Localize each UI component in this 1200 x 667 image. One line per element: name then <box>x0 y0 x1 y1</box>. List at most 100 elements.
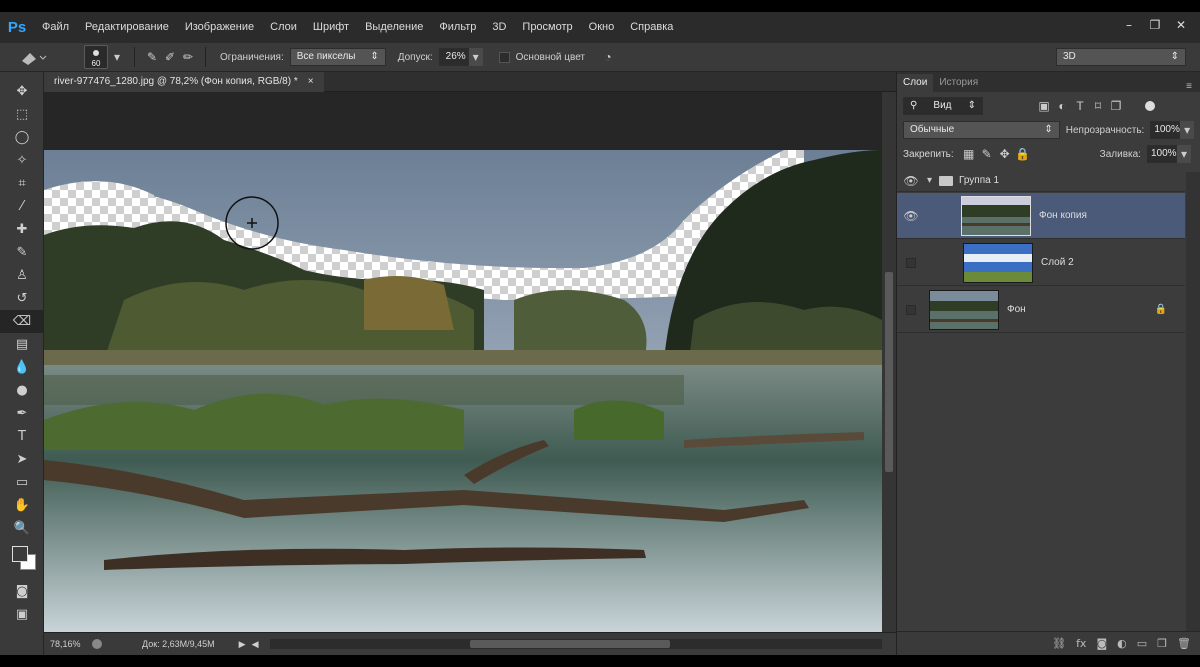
hand-tool-icon[interactable]: ✋ <box>0 494 44 517</box>
menu-image[interactable]: Изображение <box>177 12 262 42</box>
panel-menu-icon[interactable]: ≡ <box>1186 81 1192 92</box>
filter-dropdown[interactable]: ⚲ Вид ⇕ <box>903 97 983 115</box>
scroll-thumb[interactable] <box>470 640 670 648</box>
filter-smart-icon[interactable]: ❐ <box>1107 97 1125 115</box>
quick-mask-icon[interactable]: ◙ <box>0 580 44 603</box>
sampling-once-icon[interactable]: ✐ <box>161 48 179 66</box>
document-tab[interactable]: river-977476_1280.jpg @ 78,2% (Фон копия… <box>44 72 324 92</box>
menu-select[interactable]: Выделение <box>357 12 431 42</box>
status-icon[interactable] <box>92 639 102 649</box>
lock-position-icon[interactable]: ✥ <box>996 145 1014 163</box>
group-expand-icon[interactable]: ▾ <box>927 175 932 186</box>
type-tool-icon[interactable]: T <box>0 425 44 448</box>
filter-toggle[interactable] <box>1145 101 1155 111</box>
history-brush-tool-icon[interactable]: ↺ <box>0 287 44 310</box>
tolerance-input[interactable]: 26% <box>438 48 469 66</box>
trash-icon[interactable]: 🗑 <box>1177 637 1191 650</box>
pressure-icon[interactable]: ◔ <box>599 48 617 66</box>
lock-transparent-icon[interactable]: ▦ <box>960 145 978 163</box>
brush-size-picker[interactable]: 60 <box>84 45 108 69</box>
layer-row-group[interactable]: 👁 ▾ Группа 1 <box>897 170 1185 192</box>
menu-edit[interactable]: Редактирование <box>77 12 177 42</box>
blend-mode-dropdown[interactable]: Обычные ⇕ <box>903 121 1060 139</box>
new-layer-icon[interactable]: ❐ <box>1157 637 1167 650</box>
filter-type-icon[interactable]: T <box>1071 97 1089 115</box>
menu-file[interactable]: Файл <box>34 12 77 42</box>
minimize-icon[interactable]: – <box>1122 18 1136 32</box>
tolerance-slider-arrow-icon[interactable]: ▾ <box>468 48 483 66</box>
fx-icon[interactable]: fx <box>1076 637 1086 650</box>
menu-window[interactable]: Окно <box>581 12 623 42</box>
vertical-scrollbar[interactable] <box>882 92 896 632</box>
brush-tool-icon[interactable]: ✎ <box>0 241 44 264</box>
color-swatches[interactable] <box>0 540 43 580</box>
status-menu-arrow-icon[interactable]: ▶ <box>239 639 246 650</box>
dodge-tool-icon[interactable]: ● <box>0 379 44 402</box>
layer-row-selected[interactable]: 👁 Фон копия <box>897 193 1185 239</box>
menu-help[interactable]: Справка <box>622 12 681 42</box>
lock-pixels-icon[interactable]: ✎ <box>978 145 996 163</box>
workspace-dropdown[interactable]: 3D ⇕ <box>1056 48 1186 66</box>
layer-row-background[interactable]: Фон 🔒 <box>897 287 1185 333</box>
shape-tool-icon[interactable]: ▭ <box>0 471 44 494</box>
fill-input[interactable]: 100% <box>1146 145 1177 163</box>
eyedropper-tool-icon[interactable]: ⁄ <box>0 195 44 218</box>
zoom-tool-icon[interactable]: 🔍 <box>0 517 44 540</box>
healing-tool-icon[interactable]: ✚ <box>0 218 44 241</box>
eye-icon[interactable]: 👁 <box>903 208 919 224</box>
opacity-input[interactable]: 100% <box>1150 121 1181 139</box>
lock-label: Закрепить: <box>903 148 954 160</box>
close-icon[interactable]: ✕ <box>1174 18 1188 32</box>
filter-pixel-icon[interactable]: ▣ <box>1035 97 1053 115</box>
adjustment-layer-icon[interactable]: ◐ <box>1117 637 1127 650</box>
tab-layers[interactable]: Слои <box>897 74 934 92</box>
add-mask-icon[interactable]: ◙ <box>1096 637 1107 650</box>
panel-scrollbar[interactable] <box>1186 172 1200 631</box>
menu-layers[interactable]: Слои <box>262 12 305 42</box>
eye-icon[interactable]: 👁 <box>903 173 919 189</box>
lock-all-icon[interactable]: 🔒 <box>1014 145 1032 163</box>
tab-history[interactable]: История <box>933 74 984 92</box>
foreground-color-swatch[interactable] <box>12 546 28 562</box>
document-tab-bar: river-977476_1280.jpg @ 78,2% (Фон копия… <box>44 72 896 92</box>
scroll-thumb[interactable] <box>885 272 893 472</box>
marquee-tool-icon[interactable]: ⬚ <box>0 103 44 126</box>
close-tab-icon[interactable]: × <box>308 72 314 92</box>
eraser-tool-icon[interactable]: ⌫ <box>0 310 44 333</box>
link-layers-icon[interactable]: ⛓ <box>1052 637 1066 650</box>
image-canvas[interactable] <box>44 150 882 638</box>
layer-row[interactable]: Слой 2 <box>897 240 1185 286</box>
move-tool-icon[interactable]: ✥ <box>0 80 44 103</box>
opacity-slider-icon[interactable]: ▾ <box>1180 121 1194 139</box>
screen-mode-icon[interactable]: ▣ <box>0 603 44 626</box>
path-select-tool-icon[interactable]: ➤ <box>0 448 44 471</box>
new-group-icon[interactable]: ▭ <box>1137 637 1147 650</box>
filter-shape-icon[interactable]: ⌑ <box>1089 97 1107 115</box>
filter-adjustment-icon[interactable]: ◐ <box>1053 97 1071 115</box>
limits-dropdown[interactable]: Все пикселы ⇕ <box>289 48 386 66</box>
maximize-icon[interactable]: ❐ <box>1148 18 1162 32</box>
menu-filter[interactable]: Фильтр <box>431 12 484 42</box>
fill-slider-icon[interactable]: ▾ <box>1176 145 1191 163</box>
pen-tool-icon[interactable]: ✒ <box>0 402 44 425</box>
lasso-tool-icon[interactable]: ◯ <box>0 126 44 149</box>
quick-select-tool-icon[interactable]: ✧ <box>0 149 44 172</box>
horizontal-scrollbar[interactable] <box>270 639 882 649</box>
stamp-tool-icon[interactable]: ♙ <box>0 264 44 287</box>
sampling-continuous-icon[interactable]: ✎ <box>143 48 161 66</box>
crop-tool-icon[interactable]: ⌗ <box>0 172 44 195</box>
visibility-toggle[interactable] <box>906 304 916 315</box>
visibility-toggle[interactable] <box>906 257 916 268</box>
menu-view[interactable]: Просмотр <box>514 12 580 42</box>
menu-3d[interactable]: 3D <box>484 12 514 42</box>
menu-type[interactable]: Шрифт <box>305 12 357 42</box>
zoom-level[interactable]: 78,16% <box>50 639 88 649</box>
blur-tool-icon[interactable]: 💧 <box>0 356 44 379</box>
gradient-tool-icon[interactable]: ▤ <box>0 333 44 356</box>
protect-foreground-checkbox[interactable] <box>498 51 510 63</box>
sampling-swatch-icon[interactable]: ✏ <box>179 48 197 66</box>
chevron-updown-icon: ⇕ <box>1044 124 1053 135</box>
scroll-left-icon[interactable]: ◀ <box>252 639 259 650</box>
tool-preset-picker[interactable] <box>18 44 58 70</box>
dropdown-arrow-icon[interactable]: ▾ <box>108 48 126 66</box>
